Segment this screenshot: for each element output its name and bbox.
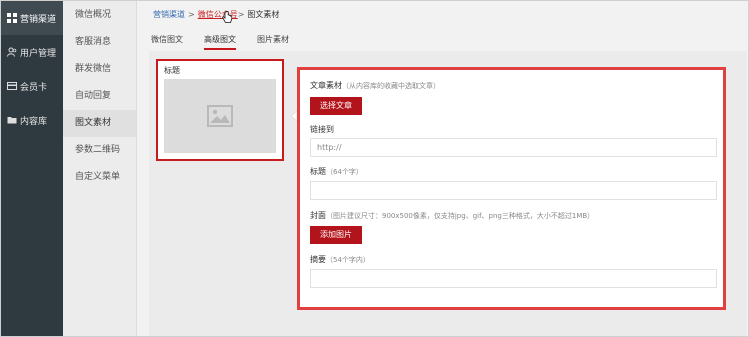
sidebar-item-content-library[interactable]: 内容库 (1, 103, 63, 137)
title-label-row: 标题（64个字） (310, 166, 363, 177)
preview-image-placeholder (164, 79, 276, 153)
secondary-menu: 微信概况 客服消息 群发微信 自动回复 图文素材 参数二维码 自定义菜单 (63, 1, 137, 336)
image-placeholder-icon (207, 105, 233, 127)
main-panel: 营销渠道 > 微信公众号 > 图文素材 微信图文 高级图文 图片素材 标题 文章… (137, 1, 748, 336)
submenu-item-overview[interactable]: 微信概况 (63, 2, 136, 29)
link-input[interactable]: http:// (310, 138, 717, 157)
breadcrumb-item-current: 图文素材 (247, 9, 280, 19)
grid-icon (7, 13, 17, 23)
material-label-row: 文章素材（从内容库的收藏中选取文章） (310, 80, 440, 91)
title-hint: （64个字） (326, 168, 363, 176)
title-label: 标题 (310, 167, 326, 176)
select-article-button[interactable]: 选择文章 (310, 97, 362, 115)
article-edit-form: 文章素材（从内容库的收藏中选取文章） 选择文章 链接到 http:// 标题（6… (297, 67, 726, 310)
card-icon (7, 81, 17, 91)
title-input[interactable] (310, 181, 717, 200)
breadcrumb: 营销渠道 > 微信公众号 > 图文素材 (153, 7, 280, 24)
sidebar-item-users[interactable]: 用户管理 (1, 35, 63, 69)
sidebar-item-marketing[interactable]: 营销渠道 (1, 1, 63, 35)
submenu-item-auto-reply[interactable]: 自动回复 (63, 83, 136, 110)
cover-hint: （图片建议尺寸：900x500像素，仅支持jpg、gif、png三种格式，大小不… (326, 212, 595, 220)
sidebar-item-label: 用户管理 (20, 48, 57, 59)
tab-advanced-article[interactable]: 高级图文 (204, 30, 236, 50)
article-preview-card[interactable]: 标题 (156, 59, 284, 161)
submenu-item-mass-send[interactable]: 群发微信 (63, 56, 136, 83)
submenu-item-service-messages[interactable]: 客服消息 (63, 29, 136, 56)
sidebar-item-membership-card[interactable]: 会员卡 (1, 69, 63, 103)
summary-label: 摘要 (310, 255, 326, 264)
submenu-item-rich-media[interactable]: 图文素材 (63, 110, 136, 137)
submenu-item-custom-menu[interactable]: 自定义菜单 (63, 164, 136, 191)
folder-icon (7, 115, 17, 125)
hand-cursor-icon (222, 10, 233, 24)
summary-label-row: 摘要（54个字内） (310, 254, 370, 265)
primary-sidebar: 营销渠道 用户管理 会员卡 内容库 (1, 1, 63, 336)
sidebar-item-label: 内容库 (20, 116, 48, 127)
summary-hint: （54个字内） (326, 256, 370, 264)
preview-title: 标题 (164, 66, 180, 75)
add-image-button[interactable]: 添加图片 (310, 226, 362, 244)
link-label: 链接到 (310, 125, 334, 134)
users-icon (7, 47, 17, 57)
sidebar-item-label: 营销渠道 (20, 14, 57, 25)
breadcrumb-item-marketing[interactable]: 营销渠道 (153, 9, 185, 20)
breadcrumb-separator: > (237, 9, 245, 19)
cover-label-row: 封面（图片建议尺寸：900x500像素，仅支持jpg、gif、png三种格式，大… (310, 210, 594, 221)
sidebar-item-label: 会员卡 (20, 82, 48, 93)
cover-label: 封面 (310, 211, 326, 220)
tab-bar: 微信图文 高级图文 图片素材 (151, 30, 310, 50)
submenu-item-param-qrcode[interactable]: 参数二维码 (63, 137, 136, 164)
material-label: 文章素材 (310, 81, 342, 90)
tab-wechat-article[interactable]: 微信图文 (151, 30, 183, 50)
material-hint: （从内容库的收藏中选取文章） (342, 82, 440, 90)
app-window: 营销渠道 用户管理 会员卡 内容库 微信概况 客服消息 群发微信 自动回复 图文… (0, 0, 749, 337)
breadcrumb-separator: > (188, 9, 195, 19)
summary-input[interactable] (310, 269, 717, 288)
tab-image-material[interactable]: 图片素材 (257, 30, 289, 50)
